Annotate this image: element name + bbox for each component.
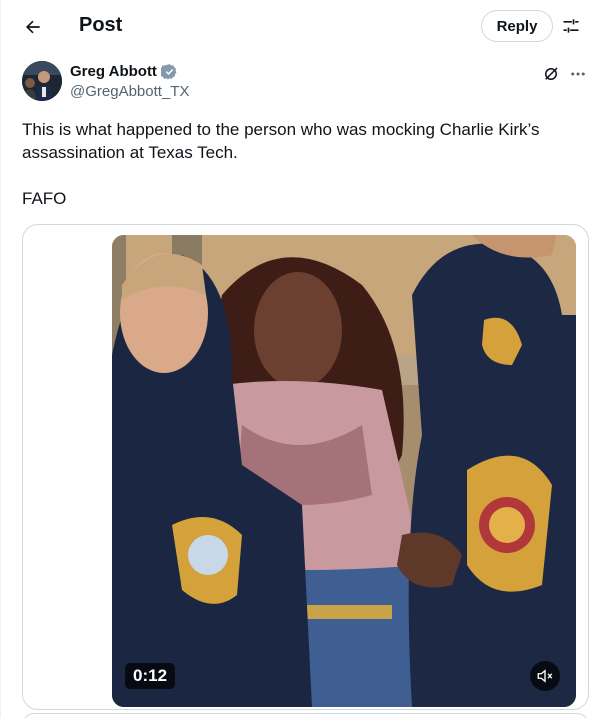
next-card-edge xyxy=(22,713,589,718)
reply-button[interactable]: Reply xyxy=(481,10,553,42)
sliders-icon xyxy=(563,19,579,33)
media-card: 0:12 xyxy=(22,224,589,710)
grok-icon xyxy=(545,67,558,80)
video-frame xyxy=(112,235,576,707)
more-horizontal-icon xyxy=(571,72,585,76)
page-divider xyxy=(0,0,1,718)
arrow-left-icon xyxy=(25,20,40,34)
avatar-image xyxy=(22,61,62,101)
page-title: Post xyxy=(79,14,123,36)
author-name[interactable]: Greg Abbott xyxy=(70,63,157,80)
post-text: This is what happened to the person who … xyxy=(22,118,577,210)
back-button[interactable] xyxy=(18,12,48,42)
author-handle[interactable]: @GregAbbott_TX xyxy=(70,83,189,100)
post-text-line: This is what happened to the person who … xyxy=(22,120,540,139)
author-name-row: Greg Abbott xyxy=(70,63,178,80)
video-timestamp: 0:12 xyxy=(125,663,176,689)
video-player[interactable]: 0:12 xyxy=(112,235,576,707)
verified-badge-icon xyxy=(160,64,177,80)
mute-button[interactable] xyxy=(530,661,560,691)
speaker-muted-icon xyxy=(537,669,553,683)
post-text-line: FAFO xyxy=(22,189,67,208)
grok-button[interactable] xyxy=(541,64,561,84)
avatar[interactable] xyxy=(22,61,62,101)
filter-button[interactable] xyxy=(560,15,582,37)
post-header: Post Reply xyxy=(0,0,589,54)
post-author: Greg Abbott @GregAbbott_TX xyxy=(22,61,585,105)
post-text-line: assassination at Texas Tech. xyxy=(22,143,238,162)
more-button[interactable] xyxy=(568,64,588,84)
